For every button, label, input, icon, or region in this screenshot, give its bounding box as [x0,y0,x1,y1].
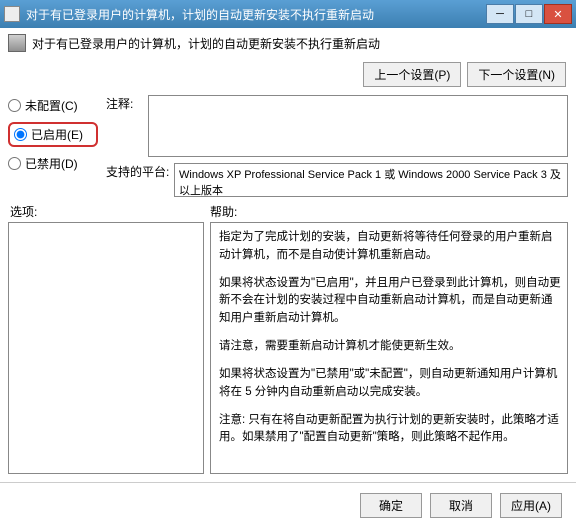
radio-disabled[interactable]: 已禁用(D) [8,153,98,174]
dialog-footer: 确定 取消 应用(A) [0,482,576,528]
radio-group: 未配置(C) 已启用(E) 已禁用(D) [8,95,98,197]
prev-setting-button[interactable]: 上一个设置(P) [363,62,461,87]
options-label: 选项: [10,203,210,220]
subtitle-row: 对于有已登录用户的计算机，计划的自动更新安装不执行重新启动 [0,28,576,58]
next-setting-button[interactable]: 下一个设置(N) [467,62,566,87]
apply-button[interactable]: 应用(A) [500,493,562,518]
radio-not-configured[interactable]: 未配置(C) [8,95,98,116]
subtitle-text: 对于有已登录用户的计算机，计划的自动更新安装不执行重新启动 [32,35,380,52]
notes-label: 注释: [106,95,148,157]
radio-enabled-input[interactable] [14,128,27,141]
radio-not-configured-label: 未配置(C) [25,97,78,114]
help-paragraph: 如果将状态设置为"已启用"，并且用户已登录到此计算机，则自动更新不会在计划的安装… [219,275,563,328]
close-button[interactable]: ✕ [544,4,572,24]
maximize-button[interactable]: □ [515,4,543,24]
radio-enabled-label: 已启用(E) [31,126,83,143]
help-paragraph: 如果将状态设置为"已禁用"或"未配置"，则自动更新通知用户计算机将在 5 分钟内… [219,366,563,402]
titlebar: 对于有已登录用户的计算机，计划的自动更新安装不执行重新启动 ─ □ ✕ [0,0,576,28]
help-label: 帮助: [210,203,237,220]
help-panel: 指定为了完成计划的安装，自动更新将等待任何登录的用户重新启动计算机，而不是自动使… [210,222,568,474]
help-paragraph: 注意: 只有在将自动更新配置为执行计划的更新安装时，此策略才适用。如果禁用了"配… [219,412,563,448]
ok-button[interactable]: 确定 [360,493,422,518]
radio-not-configured-input[interactable] [8,99,21,112]
minimize-button[interactable]: ─ [486,4,514,24]
help-paragraph: 请注意，需要重新启动计算机才能使更新生效。 [219,338,563,356]
radio-disabled-input[interactable] [8,157,21,170]
policy-icon [8,34,26,52]
cancel-button[interactable]: 取消 [430,493,492,518]
radio-enabled[interactable]: 已启用(E) [8,122,98,147]
notes-textarea[interactable] [148,95,568,157]
help-paragraph: 指定为了完成计划的安装，自动更新将等待任何登录的用户重新启动计算机，而不是自动使… [219,229,563,265]
options-panel [8,222,204,474]
window-title: 对于有已登录用户的计算机，计划的自动更新安装不执行重新启动 [26,6,486,23]
window-icon [4,6,20,22]
radio-disabled-label: 已禁用(D) [25,155,78,172]
platform-box: Windows XP Professional Service Pack 1 或… [174,163,568,197]
platform-label: 支持的平台: [106,163,174,180]
